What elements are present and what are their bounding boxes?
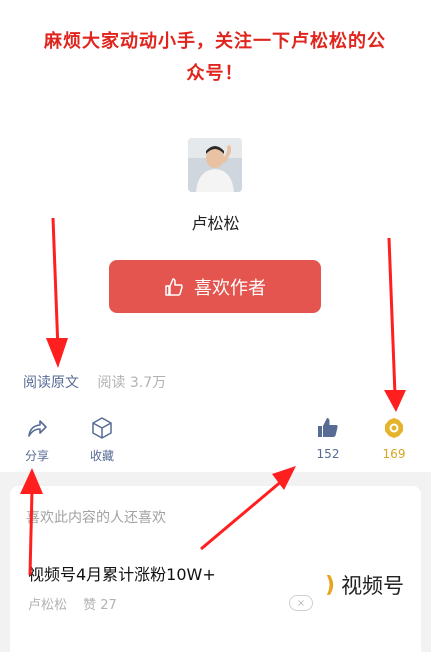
share-label: 分享 bbox=[24, 449, 49, 463]
favorite-button[interactable]: 收藏 bbox=[82, 416, 122, 464]
wow-button[interactable]: 169 bbox=[374, 416, 414, 461]
recommend-item-author: 卢松松 bbox=[28, 598, 68, 613]
recommend-item-likes: 赞 27 bbox=[83, 598, 117, 613]
notice-line-1: 麻烦大家动动小手，关注一下卢松松的公 bbox=[44, 31, 386, 52]
recommend-header: 喜欢此内容的人还喜欢 bbox=[26, 510, 166, 526]
wow-flower-icon bbox=[385, 418, 403, 438]
author-name[interactable]: 卢松松 bbox=[0, 210, 431, 234]
recommend-item-meta: 卢松松 赞 27 bbox=[28, 594, 117, 613]
read-count: 阅读 3.7万 bbox=[97, 375, 167, 391]
recommend-item-thumbnail[interactable]: ) 视频号 bbox=[325, 560, 431, 610]
favorite-label: 收藏 bbox=[89, 449, 114, 463]
follow-notice: 麻烦大家动动小手，关注一下卢松松的公 众号！ bbox=[20, 26, 410, 90]
like-count: 152 bbox=[316, 447, 340, 461]
dismiss-icon[interactable]: × bbox=[289, 595, 313, 611]
arrow-to-wow bbox=[384, 237, 406, 412]
thumbnail-text: 视频号 bbox=[341, 574, 405, 598]
thumbs-up-icon bbox=[165, 277, 183, 296]
share-arrow-icon bbox=[28, 420, 47, 437]
author-avatar[interactable] bbox=[188, 138, 242, 192]
cube-icon bbox=[92, 417, 112, 439]
channels-logo-icon: ) bbox=[325, 572, 336, 598]
wow-count: 169 bbox=[382, 447, 406, 461]
article-meta: 阅读原文 阅读 3.7万 bbox=[23, 372, 166, 392]
avatar-portrait-icon bbox=[188, 138, 242, 192]
like-author-button[interactable]: 喜欢作者 bbox=[109, 260, 321, 313]
read-original-link[interactable]: 阅读原文 bbox=[23, 375, 79, 391]
thumbs-up-filled-icon bbox=[318, 418, 338, 437]
share-button[interactable]: 分享 bbox=[17, 416, 57, 464]
like-author-label: 喜欢作者 bbox=[194, 277, 266, 299]
recommend-item-title[interactable]: 视频号4月累计涨粉10W+ bbox=[28, 561, 216, 585]
arrow-to-read-original bbox=[46, 217, 68, 368]
like-button[interactable]: 152 bbox=[308, 416, 348, 461]
notice-line-2: 众号！ bbox=[186, 63, 244, 84]
